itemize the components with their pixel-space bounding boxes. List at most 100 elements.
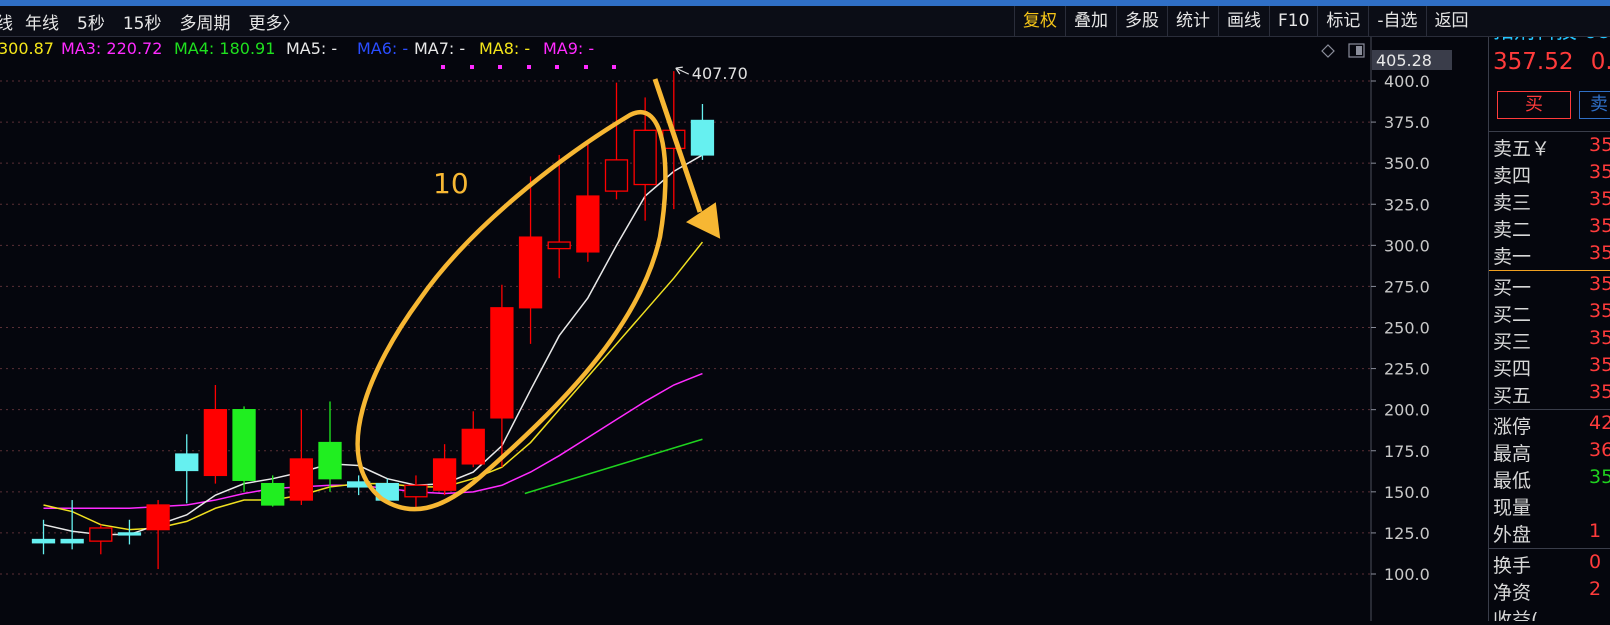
- y-tick-label: 275.0: [1384, 277, 1430, 296]
- candle-body: [404, 484, 428, 498]
- bid-value: 35: [1589, 273, 1610, 295]
- y-tick-label: 125.0: [1384, 524, 1430, 543]
- ask-label: 卖四: [1493, 165, 1532, 187]
- stat-label: 涨停: [1493, 416, 1532, 438]
- y-tick-label: 150.0: [1384, 483, 1430, 502]
- y-tick-label: 225.0: [1384, 360, 1430, 379]
- panel-divider: [1489, 548, 1610, 549]
- stat-value: 35: [1589, 466, 1610, 488]
- stat-label: 最高: [1493, 443, 1532, 465]
- ask-value: 35: [1589, 134, 1610, 156]
- y-tick-label: 325.0: [1384, 195, 1430, 214]
- misc-row[interactable]: 换手 0: [1493, 551, 1610, 577]
- draw-line-button[interactable]: 画线: [1218, 6, 1269, 36]
- toolbar: 线 年线 5秒 15秒 多周期 更多〉 复权 叠加 多股 统计 画线 F10 标…: [0, 6, 1610, 37]
- bid-row[interactable]: 买三 35: [1493, 327, 1610, 353]
- bid-row[interactable]: 买二 35: [1493, 300, 1610, 326]
- bid-row[interactable]: 买四 35: [1493, 354, 1610, 380]
- candle-body: [289, 458, 314, 501]
- stat-row[interactable]: 外盘 1: [1493, 520, 1610, 546]
- buy-button[interactable]: 买: [1497, 91, 1571, 119]
- stat-label: 外盘: [1493, 524, 1532, 546]
- misc-row[interactable]: 净资 2: [1493, 578, 1610, 604]
- bid-value: 35: [1589, 381, 1610, 403]
- window-icon-fill: [1356, 46, 1362, 55]
- candle-body: [117, 532, 142, 536]
- top-price-label: 405.28: [1376, 51, 1432, 70]
- tab-15sec[interactable]: 15秒: [123, 9, 162, 34]
- candle-body: [261, 482, 285, 506]
- tab-year[interactable]: 年线: [25, 9, 59, 34]
- quote-panel: 拓荆科技 68 357.52 0.5 买 卖 卖五￥ 35 卖四 35 卖三 35 卖二 35…: [1488, 37, 1610, 621]
- candle-body: [633, 129, 657, 186]
- bid-row[interactable]: 买一 35: [1493, 273, 1610, 299]
- candle-body: [146, 504, 170, 531]
- ask-row[interactable]: 卖二 35: [1493, 215, 1610, 241]
- bid-row[interactable]: 买五 35: [1493, 381, 1610, 407]
- ma-line-white: [43, 154, 703, 536]
- ask-label: 卖二: [1493, 219, 1532, 241]
- stat-label: 最低: [1493, 470, 1532, 492]
- f10-button[interactable]: F10: [1269, 6, 1317, 36]
- grid: [0, 80, 1372, 575]
- y-tick-label: 400.0: [1384, 72, 1430, 91]
- sell-button[interactable]: 卖: [1579, 91, 1610, 119]
- candle-body: [518, 236, 543, 309]
- ma-legend-item: MA8: -: [479, 39, 530, 58]
- ask-row[interactable]: 卖四 35: [1493, 161, 1610, 187]
- legend-dot: [584, 65, 588, 69]
- ma-legend-item: MA5: -: [286, 39, 337, 58]
- misc-row[interactable]: 收益(: [1493, 605, 1610, 621]
- stats-button[interactable]: 统计: [1167, 6, 1218, 36]
- misc-value: 0: [1589, 551, 1602, 573]
- back-button[interactable]: 返回: [1425, 6, 1477, 36]
- bid-value: 35: [1589, 300, 1610, 322]
- ma-legend-item: MA6: -: [357, 39, 408, 58]
- stat-row[interactable]: 涨停 42: [1493, 412, 1610, 438]
- stat-value: 42: [1589, 412, 1610, 434]
- multi-stock-button[interactable]: 多股: [1116, 6, 1167, 36]
- overlay-button[interactable]: 叠加: [1065, 6, 1116, 36]
- misc-label: 收益(: [1493, 609, 1539, 621]
- last-price-value: 357.52: [1493, 49, 1574, 75]
- bid-label: 买四: [1493, 358, 1532, 380]
- period-tabs: 线 年线 5秒 15秒 多周期 更多〉: [0, 6, 317, 36]
- ask-value: 35: [1589, 188, 1610, 210]
- tab-5sec[interactable]: 5秒: [77, 9, 105, 34]
- stock-name[interactable]: 拓荆科技 68: [1493, 37, 1610, 45]
- legend-dot: [441, 65, 445, 69]
- legend-dot: [612, 65, 616, 69]
- mark-button[interactable]: 标记: [1317, 6, 1368, 36]
- ma-legend-item: MA3: 220.72: [61, 39, 162, 58]
- ask-row[interactable]: 卖一 35: [1493, 242, 1610, 268]
- ask-row[interactable]: 卖五￥ 35: [1493, 134, 1610, 160]
- ask-row[interactable]: 卖三 35: [1493, 188, 1610, 214]
- stat-row[interactable]: 最低 35: [1493, 466, 1610, 492]
- ma-legend-item: MA7: -: [414, 39, 465, 58]
- panel-divider: [1489, 409, 1610, 410]
- high-marker-label: 407.70: [692, 64, 748, 83]
- stat-row[interactable]: 现量: [1493, 493, 1610, 519]
- tab-more[interactable]: 更多〉: [248, 9, 299, 34]
- tab-period[interactable]: 线: [0, 9, 13, 34]
- adjust-button[interactable]: 复权: [1014, 6, 1065, 36]
- stat-row[interactable]: 最高 36: [1493, 439, 1610, 465]
- remove-watchlist-button[interactable]: -自选: [1368, 6, 1425, 36]
- bid-label: 买二: [1493, 304, 1532, 326]
- candle-body: [690, 119, 715, 156]
- bid-label: 买一: [1493, 277, 1532, 299]
- y-tick-label: 250.0: [1384, 319, 1430, 338]
- chart-area[interactable]: 405.28 400.0 375.0 350.0 325.0 300.0 275.0 250.…: [0, 37, 1488, 621]
- y-tick-label: 375.0: [1384, 113, 1430, 132]
- ask-label: 卖一: [1493, 246, 1532, 268]
- tab-multi-period[interactable]: 多周期: [179, 9, 230, 34]
- candlestick-chart[interactable]: 405.28 400.0 375.0 350.0 325.0 300.0 275.0 250.…: [0, 37, 1488, 621]
- legend-dot: [470, 65, 474, 69]
- stat-value: 1: [1589, 520, 1602, 542]
- stat-label: 现量: [1493, 497, 1532, 519]
- moving-averages: [43, 154, 704, 536]
- annotation-text: 10: [433, 167, 469, 200]
- ma-legend: 300.87 MA3: 220.72 MA4: 180.91 MA5: - MA6: -…: [0, 39, 1365, 69]
- ma-legend-item: MA4: 180.91: [174, 39, 275, 58]
- misc-value: 2: [1589, 578, 1602, 600]
